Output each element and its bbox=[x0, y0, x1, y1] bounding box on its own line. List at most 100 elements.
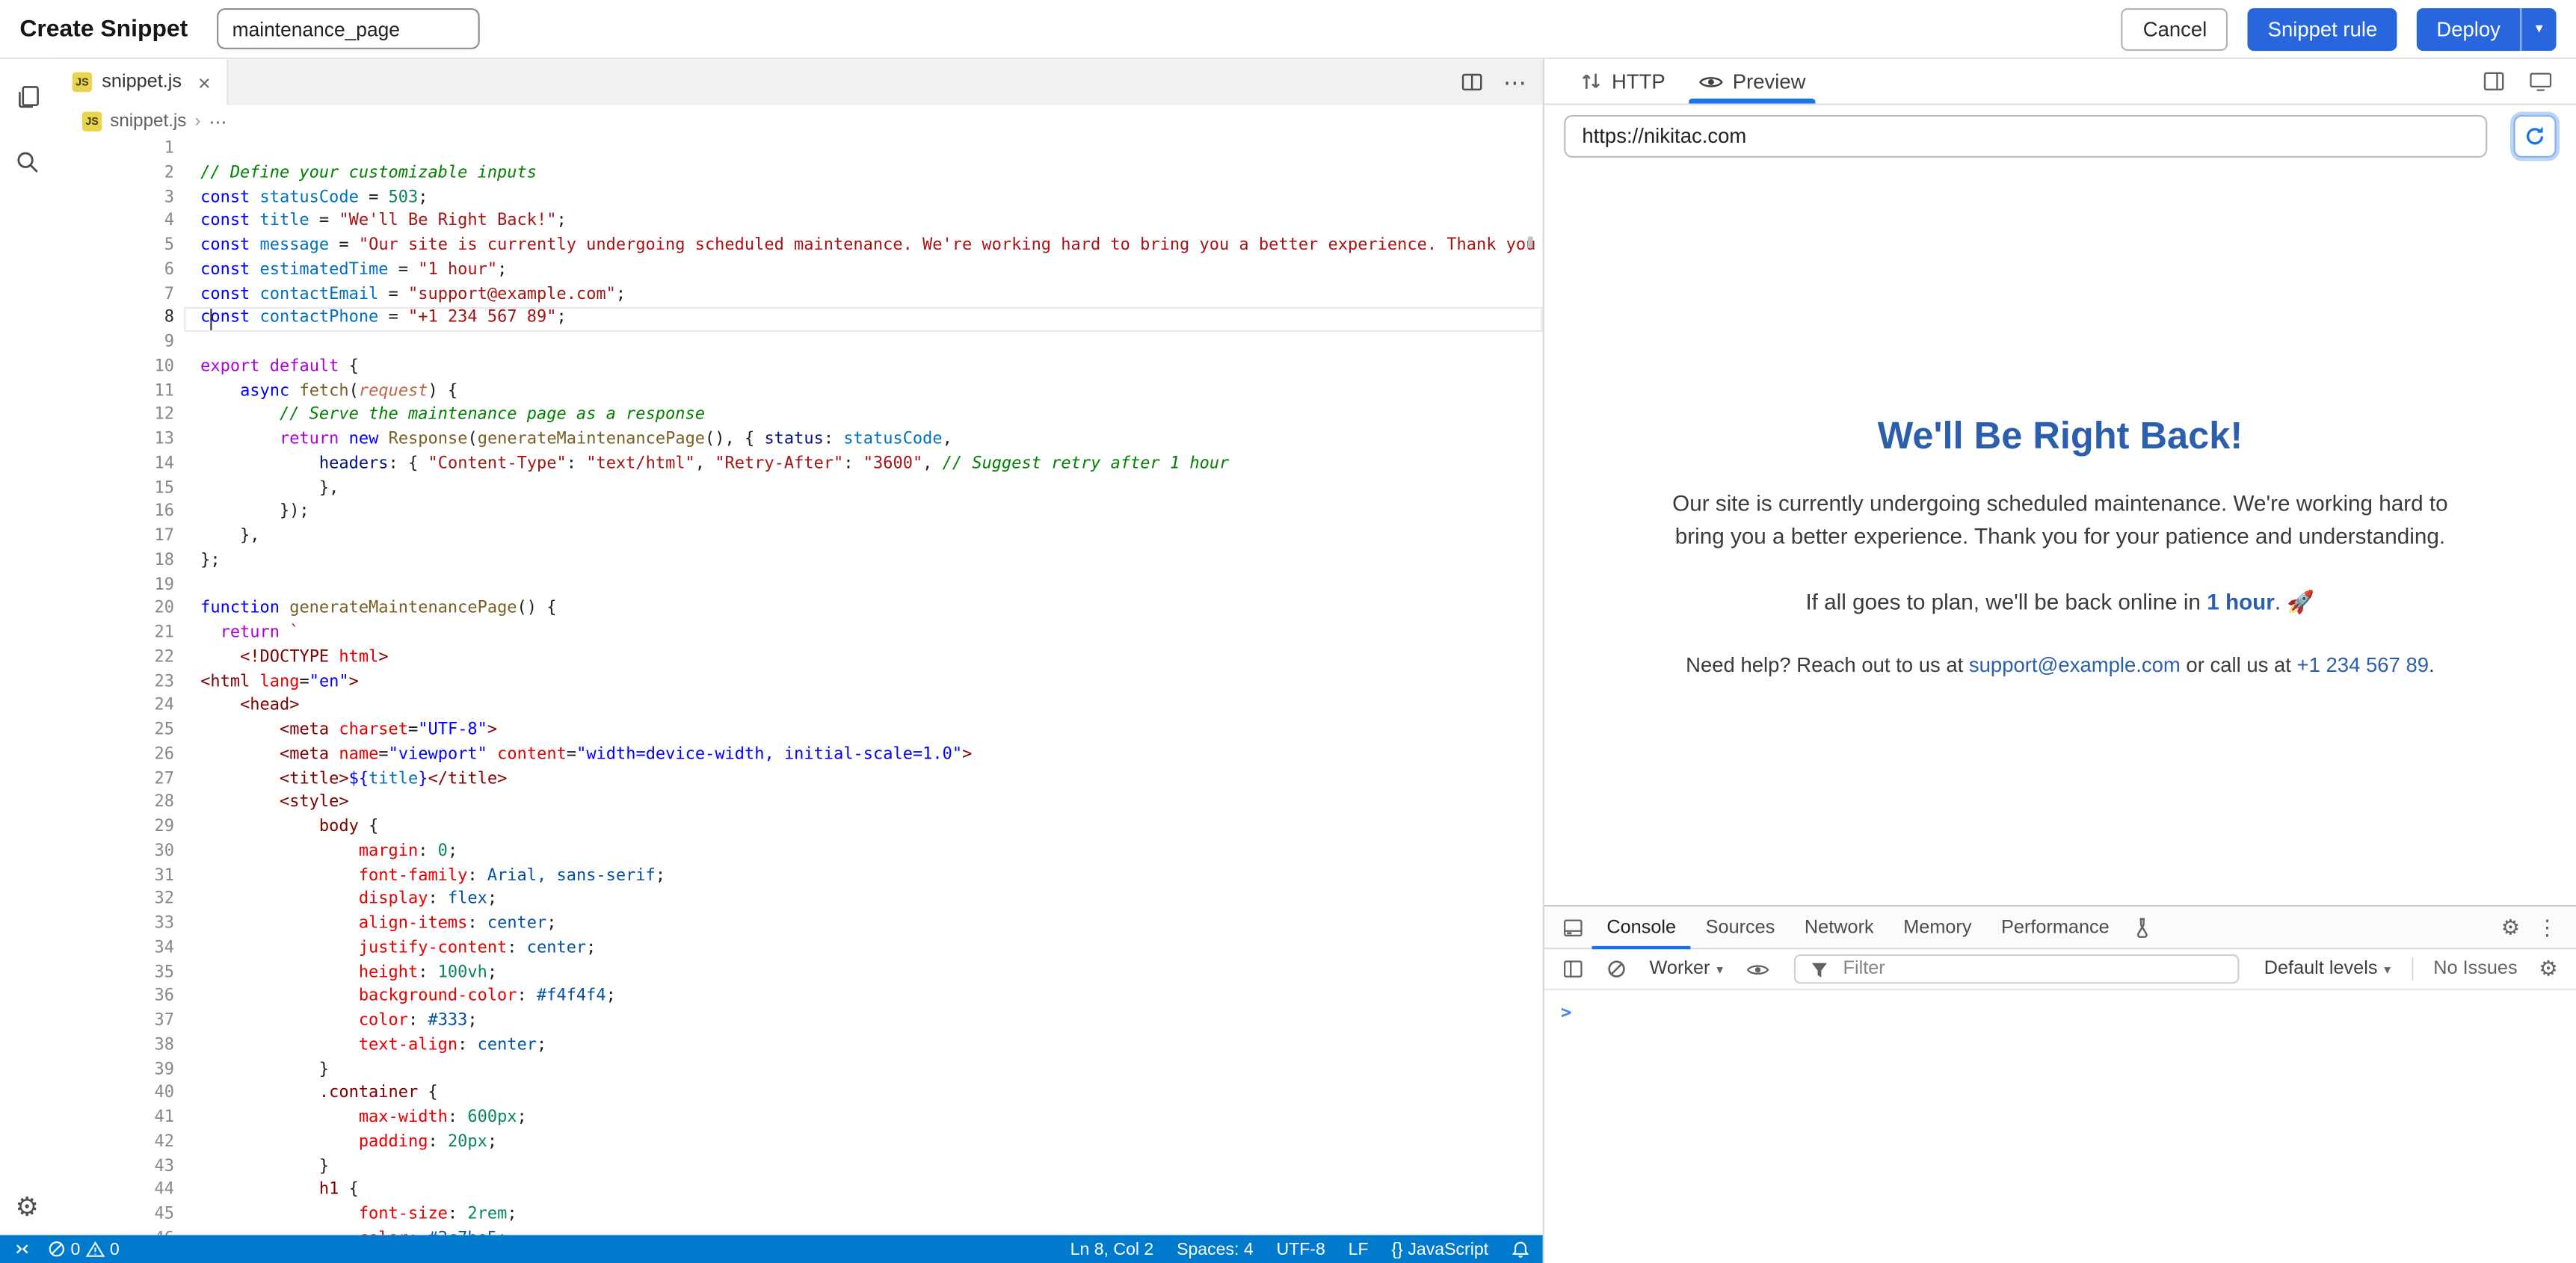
levels-label: Default levels bbox=[2264, 959, 2378, 978]
deploy-split-button: Deploy ▾ bbox=[2417, 7, 2557, 50]
javascript-file-icon: JS bbox=[82, 111, 102, 131]
cursor-position[interactable]: Ln 8, Col 2 bbox=[1070, 1239, 1154, 1259]
language-mode[interactable]: {} JavaScript bbox=[1391, 1239, 1488, 1259]
overview-ruler-mark bbox=[1528, 236, 1533, 247]
code-editor[interactable]: 1234567891011121314151617181920212223242… bbox=[56, 138, 1543, 1235]
gear-glyph: ⚙ bbox=[16, 1191, 40, 1223]
help-suffix: . bbox=[2429, 654, 2435, 677]
devtools-settings-gear-icon[interactable]: ⚙ bbox=[2493, 914, 2529, 940]
context-label: Worker bbox=[1649, 959, 1710, 978]
close-icon[interactable]: × bbox=[198, 72, 211, 93]
tab-http[interactable]: HTTP bbox=[1564, 59, 1681, 103]
panel-right-icon[interactable] bbox=[2483, 71, 2506, 93]
encoding-setting[interactable]: UTF-8 bbox=[1276, 1239, 1325, 1259]
cancel-button[interactable]: Cancel bbox=[2121, 7, 2228, 50]
split-editor-icon[interactable] bbox=[1461, 71, 1484, 94]
errors-icon bbox=[48, 1240, 66, 1258]
url-bar bbox=[1544, 105, 2576, 168]
status-left: 0 0 bbox=[13, 1239, 136, 1259]
devtools-tab-network[interactable]: Network bbox=[1790, 907, 1888, 948]
tabbar-actions: ⋯ bbox=[229, 59, 1543, 105]
help-middle: or call us at bbox=[2181, 654, 2297, 677]
breadcrumb[interactable]: JS snippet.js › ⋯ bbox=[56, 105, 1543, 138]
braces-icon: {} bbox=[1391, 1239, 1402, 1259]
console-output[interactable]: > bbox=[1544, 990, 2576, 1263]
log-levels-selector[interactable]: Default levels ▾ bbox=[2256, 959, 2399, 978]
device-preview-icon[interactable] bbox=[2528, 71, 2553, 93]
eta-suffix: . bbox=[2275, 590, 2287, 614]
caret-down-icon: ▾ bbox=[2384, 962, 2391, 977]
devtools-panel: Console Sources Network Memory Performan… bbox=[1544, 905, 2576, 1263]
indentation-setting[interactable]: Spaces: 4 bbox=[1177, 1239, 1254, 1259]
kebab-glyph: ⋮ bbox=[2536, 914, 2558, 940]
console-sidebar-icon[interactable] bbox=[1554, 959, 1592, 978]
maintenance-page: We'll Be Right Back! Our site is current… bbox=[1568, 167, 2554, 676]
devtools-tab-memory[interactable]: Memory bbox=[1888, 907, 1986, 948]
tab-snippet-js[interactable]: JS snippet.js × bbox=[56, 59, 229, 105]
language-label: JavaScript bbox=[1408, 1239, 1488, 1259]
problems-indicator[interactable]: 0 0 bbox=[48, 1239, 120, 1259]
preview-eta-line: If all goes to plan, we'll be back onlin… bbox=[1568, 590, 2554, 616]
console-prompt[interactable]: > bbox=[1561, 1002, 1572, 1024]
live-expression-eye-icon[interactable] bbox=[1738, 962, 1778, 977]
preview-pane: HTTP Preview bbox=[1544, 59, 2576, 1263]
email-link[interactable]: support@example.com bbox=[1969, 654, 2181, 677]
snippet-name-input[interactable] bbox=[218, 8, 481, 49]
caret-down-icon: ▾ bbox=[2536, 19, 2543, 37]
experiments-flask-icon[interactable] bbox=[2124, 907, 2160, 948]
gutter[interactable]: 1234567891011121314151617181920212223242… bbox=[56, 138, 174, 1235]
tab-preview[interactable]: Preview bbox=[1682, 59, 1822, 103]
help-prefix: Need help? Reach out to us at bbox=[1686, 654, 1969, 677]
caret-down-icon: ▾ bbox=[1716, 962, 1723, 977]
text-cursor bbox=[210, 309, 212, 331]
toolbar-separator bbox=[2412, 957, 2414, 981]
remote-indicator-icon[interactable] bbox=[13, 1240, 31, 1258]
gear-glyph: ⚙ bbox=[2501, 914, 2521, 940]
deploy-button[interactable]: Deploy bbox=[2417, 7, 2520, 50]
devtools-tab-sources[interactable]: Sources bbox=[1691, 907, 1790, 948]
warnings-icon bbox=[85, 1240, 105, 1258]
more-actions-icon[interactable]: ⋯ bbox=[1503, 71, 1526, 94]
code-lines[interactable]: // Define your customizable inputsconst … bbox=[200, 138, 1543, 1235]
files-icon[interactable] bbox=[6, 75, 49, 118]
devtools-tab-console[interactable]: Console bbox=[1592, 907, 1691, 948]
javascript-file-icon: JS bbox=[73, 72, 92, 92]
breadcrumb-file[interactable]: snippet.js bbox=[110, 111, 186, 131]
warning-count: 0 bbox=[110, 1239, 120, 1259]
page-title: Create Snippet bbox=[19, 16, 188, 42]
search-icon[interactable] bbox=[6, 141, 49, 184]
eta-prefix: If all goes to plan, we'll be back onlin… bbox=[1805, 590, 2207, 614]
editor-tabbar: JS snippet.js × ⋯ bbox=[56, 59, 1543, 105]
breadcrumb-more[interactable]: ⋯ bbox=[209, 111, 227, 132]
bell-icon[interactable] bbox=[1512, 1240, 1529, 1258]
gear-icon[interactable]: ⚙ bbox=[6, 1186, 49, 1229]
console-filter[interactable] bbox=[1794, 954, 2240, 984]
preview-contact-line: Need help? Reach out to us at support@ex… bbox=[1568, 654, 2554, 677]
preview-tabbar-actions bbox=[2483, 59, 2576, 103]
filter-funnel-icon bbox=[1802, 960, 1837, 978]
devtools-tabbar-actions: ⚙ ⋮ bbox=[2493, 907, 2566, 948]
eol-setting[interactable]: LF bbox=[1349, 1239, 1369, 1259]
refresh-button[interactable] bbox=[2513, 115, 2556, 158]
refresh-icon bbox=[2524, 125, 2547, 148]
issues-counter[interactable]: No Issues bbox=[2426, 959, 2524, 978]
eta-value: 1 hour bbox=[2207, 590, 2275, 614]
context-selector[interactable]: Worker ▾ bbox=[1642, 959, 1732, 978]
eye-icon bbox=[1698, 73, 1723, 90]
clear-console-icon[interactable] bbox=[1598, 959, 1634, 978]
preview-tabbar: HTTP Preview bbox=[1544, 59, 2576, 105]
filter-input[interactable] bbox=[1843, 959, 2231, 978]
phone-link[interactable]: +1 234 567 89 bbox=[2297, 654, 2429, 677]
devtools-dock-icon[interactable] bbox=[1554, 907, 1592, 948]
url-input[interactable] bbox=[1564, 115, 2487, 158]
preview-viewport: We'll Be Right Back! Our site is current… bbox=[1544, 167, 2576, 905]
kebab-menu-icon[interactable]: ⋮ bbox=[2528, 914, 2566, 940]
snippet-rule-button[interactable]: Snippet rule bbox=[2248, 7, 2397, 50]
console-settings-gear-icon[interactable]: ⚙ bbox=[2530, 956, 2566, 982]
deploy-dropdown-button[interactable]: ▾ bbox=[2520, 7, 2556, 50]
tab-label: snippet.js bbox=[102, 72, 182, 92]
devtools-tab-performance[interactable]: Performance bbox=[1986, 907, 2124, 948]
preview-paragraph: Our site is currently undergoing schedul… bbox=[1645, 488, 2475, 554]
top-header: Create Snippet Cancel Snippet rule Deplo… bbox=[0, 0, 2576, 59]
activity-bar: ⚙ bbox=[0, 59, 55, 1235]
